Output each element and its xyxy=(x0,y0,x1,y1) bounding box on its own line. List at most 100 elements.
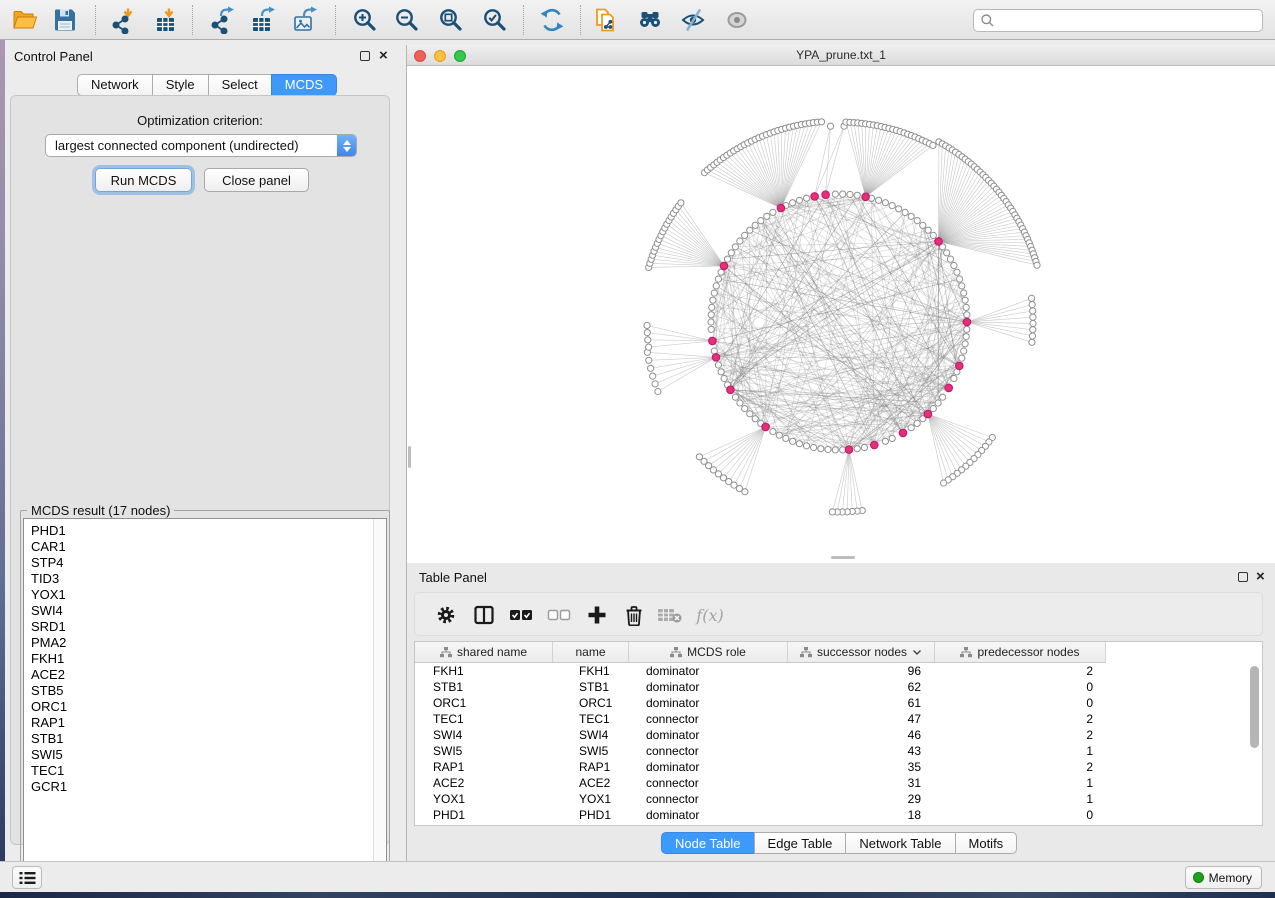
table-row[interactable]: PHD1PHD1dominator180 xyxy=(415,807,1262,823)
table-row[interactable]: ACE2ACE2connector311 xyxy=(415,775,1262,791)
network-window-titlebar[interactable]: YPA_prune.txt_1 xyxy=(407,45,1275,66)
column-header-MCDS-role[interactable]: MCDS role xyxy=(629,642,788,663)
table-cell: dominator xyxy=(629,759,788,775)
close-panel-icon[interactable]: × xyxy=(379,51,388,61)
mcds-result-item[interactable]: YOX1 xyxy=(31,587,386,603)
task-history-button[interactable] xyxy=(12,866,42,889)
mcds-result-item[interactable]: CAR1 xyxy=(31,539,386,555)
mcds-result-item[interactable]: STB1 xyxy=(31,731,386,747)
import-network-button[interactable] xyxy=(105,3,141,37)
column-tree-icon xyxy=(440,647,452,658)
table-row[interactable]: RAP1RAP1dominator352 xyxy=(415,759,1262,775)
zoom-selected-button[interactable] xyxy=(477,3,513,37)
deselect-all-icon xyxy=(547,604,571,626)
column-header-shared-name[interactable]: shared name xyxy=(415,642,553,663)
mcds-result-item[interactable]: SWI4 xyxy=(31,603,386,619)
table-cell: 1 xyxy=(935,743,1106,759)
run-mcds-button[interactable]: Run MCDS xyxy=(95,168,192,192)
table-row[interactable]: FKH1FKH1dominator962 xyxy=(415,663,1262,679)
tab-node-table[interactable]: Node Table xyxy=(661,832,755,854)
network-canvas[interactable] xyxy=(407,66,1275,563)
table-row[interactable]: TEC1TEC1connector472 xyxy=(415,711,1262,727)
table-row[interactable]: YOX1YOX1connector291 xyxy=(415,791,1262,807)
mcds-result-item[interactable]: ORC1 xyxy=(31,699,386,715)
find-button[interactable] xyxy=(632,3,668,37)
optimization-criterion-select[interactable]: largest connected component (undirected) xyxy=(45,134,357,157)
float-window-icon[interactable] xyxy=(1238,572,1248,582)
add-column-button[interactable] xyxy=(583,601,611,629)
toggle-hidden-button[interactable] xyxy=(675,3,711,37)
select-all-button[interactable] xyxy=(507,601,535,629)
mcds-result-item[interactable]: PHD1 xyxy=(31,523,386,539)
mcds-result-item[interactable]: FKH1 xyxy=(31,651,386,667)
mcds-result-item[interactable]: TEC1 xyxy=(31,763,386,779)
tab-motifs[interactable]: Motifs xyxy=(955,832,1018,854)
show-columns-button[interactable] xyxy=(470,601,498,629)
mcds-result-item[interactable]: SWI5 xyxy=(31,747,386,763)
import-table-button[interactable] xyxy=(148,3,184,37)
export-network-button[interactable] xyxy=(204,3,240,37)
export-image-button[interactable] xyxy=(287,3,323,37)
close-panel-icon[interactable]: × xyxy=(1256,572,1265,582)
delete-column-button[interactable] xyxy=(620,601,648,629)
network-graph[interactable] xyxy=(407,66,1275,563)
optimization-criterion-label: Optimization criterion: xyxy=(11,113,389,128)
close-panel-button[interactable]: Close panel xyxy=(204,168,309,192)
mcds-result-item[interactable]: ACE2 xyxy=(31,667,386,683)
table-cell: YOX1 xyxy=(553,791,629,807)
mcds-result-item[interactable]: RAP1 xyxy=(31,715,386,731)
table-cell: connector xyxy=(629,743,788,759)
table-row[interactable]: SWI5SWI5connector431 xyxy=(415,743,1262,759)
table-row[interactable]: STB1STB1dominator620 xyxy=(415,679,1262,695)
table-cell: SWI5 xyxy=(553,743,629,759)
column-tree-icon xyxy=(800,647,812,658)
zoom-in-button[interactable] xyxy=(347,3,383,37)
table-header-row: shared namenameMCDS rolesuccessor nodes p… xyxy=(415,642,1106,663)
save-button[interactable] xyxy=(47,3,83,37)
clone-network-icon xyxy=(591,6,619,34)
mcds-result-list[interactable]: PHD1CAR1STP4TID3YOX1SWI4SRD1PMA2FKH1ACE2… xyxy=(23,518,387,873)
search-input[interactable] xyxy=(995,11,1262,30)
mcds-result-item[interactable]: STP4 xyxy=(31,555,386,571)
table-cell: 0 xyxy=(935,695,1106,711)
canvas-vertical-scroll-nub[interactable] xyxy=(408,446,411,468)
mcds-result-item[interactable]: PMA2 xyxy=(31,635,386,651)
zoom-out-button[interactable] xyxy=(389,3,425,37)
table-cell: 31 xyxy=(788,775,935,791)
table-row[interactable]: SWI4SWI4dominator462 xyxy=(415,727,1262,743)
column-header-predecessor-nodes[interactable]: predecessor nodes xyxy=(935,642,1106,663)
save-floppy-icon xyxy=(51,6,79,34)
refresh-button[interactable] xyxy=(534,3,570,37)
zoom-fit-button[interactable] xyxy=(433,3,469,37)
table-settings-button[interactable] xyxy=(432,601,460,629)
show-hidden-button[interactable] xyxy=(719,3,755,37)
table-scrollbar-thumb[interactable] xyxy=(1250,666,1259,748)
tab-mcds[interactable]: MCDS xyxy=(271,74,337,96)
table-cell: connector xyxy=(629,775,788,791)
column-label: predecessor nodes xyxy=(977,645,1079,659)
table-body: FKH1FKH1dominator962STB1STB1dominator620… xyxy=(415,663,1262,823)
status-bar: Memory xyxy=(0,861,1275,892)
memory-button[interactable]: Memory xyxy=(1185,866,1262,889)
clone-network-button[interactable] xyxy=(587,3,623,37)
tab-edge-table[interactable]: Edge Table xyxy=(754,832,847,854)
tab-network-table[interactable]: Network Table xyxy=(845,832,955,854)
canvas-horizontal-scroll-nub[interactable] xyxy=(831,556,855,559)
export-table-button[interactable] xyxy=(245,3,281,37)
open-button[interactable] xyxy=(7,3,43,37)
list-scrollbar[interactable] xyxy=(373,519,386,872)
float-window-icon[interactable] xyxy=(360,51,370,61)
mcds-result-item[interactable]: SRD1 xyxy=(31,619,386,635)
mcds-result-item[interactable]: TID3 xyxy=(31,571,386,587)
mcds-result-item[interactable]: GCR1 xyxy=(31,779,386,795)
column-header-name[interactable]: name xyxy=(553,642,629,663)
mcds-result-item[interactable]: STB5 xyxy=(31,683,386,699)
tab-network[interactable]: Network xyxy=(77,74,153,96)
table-row[interactable]: ORC1ORC1dominator610 xyxy=(415,695,1262,711)
search-field[interactable] xyxy=(973,9,1263,32)
deselect-all-button[interactable] xyxy=(545,601,573,629)
tab-style[interactable]: Style xyxy=(152,74,209,96)
table-cell: 2 xyxy=(935,759,1106,775)
tab-select[interactable]: Select xyxy=(208,74,272,96)
column-header-successor-nodes[interactable]: successor nodes xyxy=(788,642,935,663)
